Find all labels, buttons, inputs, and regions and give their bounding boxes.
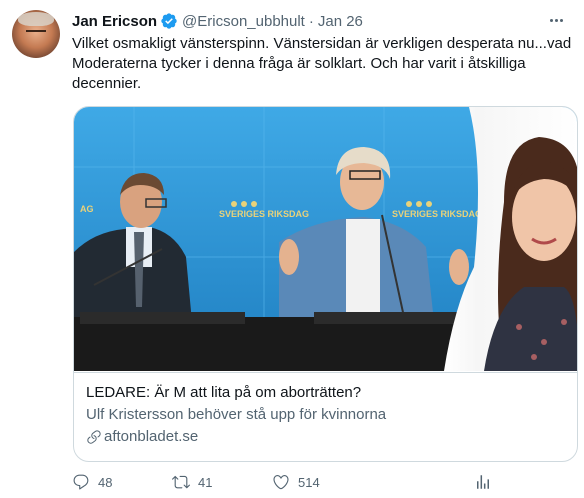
action-bar: 48 41 514 xyxy=(72,470,572,494)
tweet-text: Vilket osmakligt vänsterspinn. Vänstersi… xyxy=(72,35,572,92)
tweet-timestamp[interactable]: Jan 26 xyxy=(318,13,363,30)
link-card[interactable]: AG SVERIGES RIKSDAG SVERIGES RIKSDAG LED… xyxy=(73,106,578,462)
link-icon xyxy=(87,430,101,444)
press-conference-photo: AG SVERIGES RIKSDAG SVERIGES RIKSDAG xyxy=(74,107,577,371)
reply-count: 48 xyxy=(98,474,113,490)
verified-badge-icon xyxy=(161,13,177,29)
tweet-header: Jan Ericson @Ericson_ubbhult · Jan 26 xyxy=(72,11,363,31)
backdrop-label-center: SVERIGES RIKSDAG xyxy=(219,209,309,219)
backdrop-label-right: SVERIGES RIKSDAG xyxy=(392,209,482,219)
retweet-count: 41 xyxy=(198,474,213,490)
card-body[interactable]: LEDARE: Är M att lita på om aborträtten?… xyxy=(74,372,577,461)
more-icon[interactable] xyxy=(546,10,566,30)
retweet-button[interactable]: 41 xyxy=(172,470,212,494)
like-button[interactable]: 514 xyxy=(272,470,320,494)
reply-icon xyxy=(73,474,89,490)
avatar[interactable] xyxy=(12,10,60,58)
author-handle[interactable]: @Ericson_ubbhult xyxy=(182,13,305,30)
like-icon xyxy=(273,475,289,490)
card-image[interactable]: AG SVERIGES RIKSDAG SVERIGES RIKSDAG xyxy=(74,107,577,371)
like-count: 514 xyxy=(298,474,320,490)
separator: · xyxy=(308,12,314,30)
author-name[interactable]: Jan Ericson xyxy=(72,13,157,30)
card-domain-text: aftonbladet.se xyxy=(104,428,199,445)
analytics-button[interactable] xyxy=(474,470,500,494)
card-domain: aftonbladet.se xyxy=(86,427,567,447)
reply-button[interactable]: 48 xyxy=(72,470,112,494)
analytics-icon xyxy=(477,475,489,489)
backdrop-label-left: AG xyxy=(80,204,94,214)
card-title[interactable]: LEDARE: Är M att lita på om aborträtten? xyxy=(86,383,567,403)
tweet[interactable]: Jan Ericson @Ericson_ubbhult · Jan 26 Vi… xyxy=(0,0,584,498)
retweet-icon xyxy=(172,475,190,489)
card-description: Ulf Kristersson behöver stå upp för kvin… xyxy=(86,406,387,423)
